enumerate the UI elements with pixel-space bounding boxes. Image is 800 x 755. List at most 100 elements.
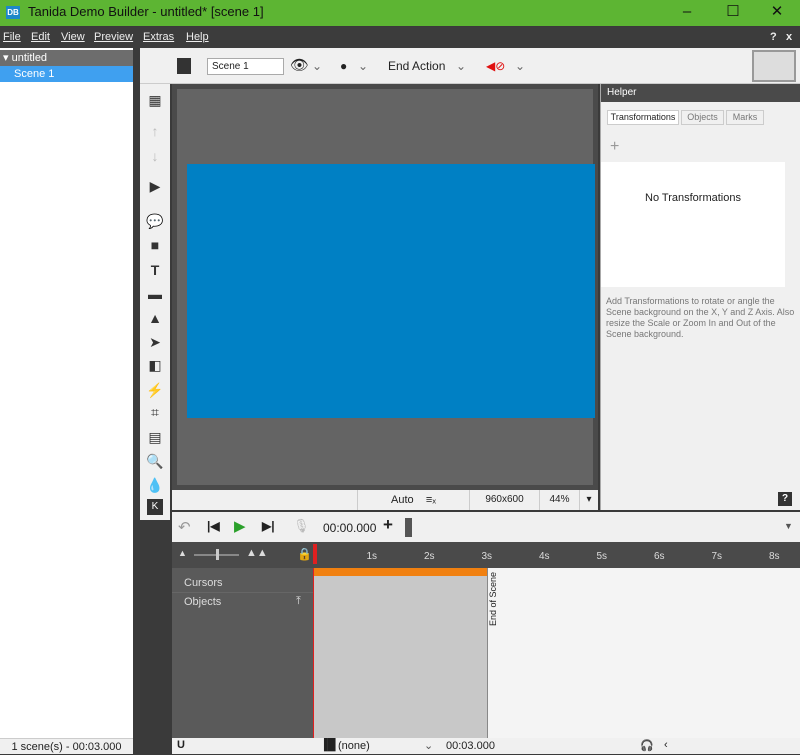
- chevron-down-icon[interactable]: ⌄: [424, 739, 433, 752]
- button-icon[interactable]: ◧: [145, 355, 165, 375]
- play-box-icon[interactable]: ▶: [145, 176, 165, 196]
- layout-icon[interactable]: [752, 50, 796, 82]
- timeline-status-bar: U ▐█ (none) ⌄ 00:03.000 🎧 ‹: [172, 738, 800, 754]
- close-button[interactable]: ✕: [762, 2, 792, 22]
- scene-name-input[interactable]: Scene 1: [207, 58, 284, 75]
- close-panel-icon[interactable]: x: [786, 31, 792, 43]
- scene-color-icon[interactable]: [177, 58, 191, 74]
- menu-edit[interactable]: Edit: [31, 31, 50, 43]
- zoom-in-icon[interactable]: ▲▲: [246, 547, 268, 559]
- menu-view[interactable]: View: [61, 31, 85, 43]
- microphone-icon[interactable]: 🎙: [293, 518, 310, 534]
- chevron-down-icon[interactable]: ⌄: [515, 57, 525, 75]
- zoom-slider-handle[interactable]: [216, 549, 219, 560]
- crop-icon[interactable]: ⌗: [145, 402, 165, 422]
- ruler-tick: 3s: [481, 551, 493, 562]
- minimize-button[interactable]: –: [672, 2, 702, 22]
- tree-item-scene[interactable]: Scene 1: [0, 66, 133, 82]
- project-status: 1 scene(s) - 00:03.000: [0, 738, 133, 754]
- eye-icon[interactable]: 👁: [290, 57, 309, 75]
- ruler-tick: 4s: [539, 551, 550, 562]
- help-button[interactable]: ?: [778, 492, 792, 506]
- timeline-ruler: ▲ ▲▲ 🔒 1s 2s 3s 4s 5s 6s 7s 8s: [172, 542, 800, 568]
- ruler-tick: 1s: [366, 551, 378, 562]
- playhead[interactable]: [313, 544, 317, 564]
- empty-message: No Transformations: [601, 162, 785, 287]
- cursor-selector[interactable]: (none): [338, 740, 370, 752]
- note-icon[interactable]: ■: [145, 235, 165, 255]
- user-icon[interactable]: ●: [340, 57, 347, 75]
- cursor-icon: ▐█: [320, 739, 336, 751]
- add-icon[interactable]: +: [383, 515, 393, 535]
- magnet-icon[interactable]: U: [177, 739, 185, 751]
- scene-duration-bar[interactable]: [314, 568, 487, 576]
- scene-canvas[interactable]: [187, 164, 595, 418]
- timeline-tracks: End of Scene: [313, 568, 800, 738]
- project-label: untitled: [11, 52, 48, 64]
- menu-file[interactable]: File: [3, 31, 21, 43]
- chevron-down-icon[interactable]: ⌄: [358, 57, 368, 75]
- arrow-up-icon[interactable]: ↑: [145, 121, 165, 141]
- ruler-tick: 7s: [711, 551, 723, 562]
- end-time: 00:03.000: [446, 740, 495, 752]
- timeline-dropdown-icon[interactable]: ▼: [784, 521, 793, 531]
- speech-bubble-icon[interactable]: 💬: [145, 211, 165, 231]
- color-marker[interactable]: [405, 518, 412, 537]
- scroll-left-icon[interactable]: ‹: [664, 739, 668, 751]
- menu-extras[interactable]: Extras: [143, 31, 174, 43]
- project-tree: ▾ untitled Scene 1: [0, 48, 133, 738]
- skip-start-icon[interactable]: |◀: [207, 519, 220, 533]
- scene-toolbar: Scene 1 👁 ⌄ ● ⌄ End Action ⌄ ◀⊘ ⌄: [140, 48, 800, 84]
- ruler-tick: 8s: [769, 551, 780, 562]
- undo-icon[interactable]: ↶: [178, 518, 191, 536]
- resolution-label: 960x600: [469, 490, 539, 510]
- arrow-down-icon[interactable]: ↓: [145, 146, 165, 166]
- maximize-button[interactable]: ☐: [718, 2, 748, 22]
- track-labels: Cursors Objects ⤒: [172, 568, 313, 738]
- ruler-tick: 6s: [654, 551, 665, 562]
- image-icon[interactable]: ▲: [145, 308, 165, 328]
- tab-objects[interactable]: Objects: [681, 110, 724, 125]
- tree-item-project[interactable]: ▾ untitled: [0, 50, 133, 66]
- chevron-down-icon[interactable]: ⌄: [312, 57, 322, 75]
- helper-description: Add Transformations to rotate or angle t…: [606, 296, 795, 339]
- play-icon[interactable]: ▶: [234, 517, 246, 535]
- ruler-tick: 5s: [596, 551, 608, 562]
- text-icon[interactable]: T: [145, 260, 165, 280]
- helper-title: Helper: [601, 84, 800, 102]
- mode-label: Auto: [391, 494, 414, 506]
- tab-transformations[interactable]: Transformations: [607, 110, 679, 125]
- menu-bar: File Edit View Preview Extras Help ? x: [0, 27, 800, 48]
- film-icon[interactable]: ▤: [145, 427, 165, 447]
- sound-off-icon[interactable]: ◀⊘: [486, 57, 505, 75]
- window-title: Tanida Demo Builder - untitled* [scene 1…: [28, 4, 264, 19]
- menu-preview[interactable]: Preview: [94, 31, 133, 43]
- cursor-icon[interactable]: ➤: [145, 332, 165, 352]
- rectangle-icon[interactable]: ▬: [145, 284, 165, 304]
- end-action-button[interactable]: End Action: [388, 57, 445, 75]
- key-icon[interactable]: K: [147, 499, 163, 515]
- tab-marks[interactable]: Marks: [726, 110, 764, 125]
- skip-end-icon[interactable]: ▶|: [262, 519, 275, 533]
- layout-grid-icon[interactable]: ▦: [145, 90, 165, 110]
- track-objects[interactable]: Objects: [184, 596, 221, 608]
- lock-icon[interactable]: 🔒: [297, 547, 312, 561]
- zoom-icon[interactable]: 🔍: [145, 451, 165, 471]
- track-cursors[interactable]: Cursors: [184, 577, 223, 589]
- upload-icon[interactable]: ⤒: [296, 595, 301, 608]
- zoom-out-icon[interactable]: ▲: [178, 548, 187, 558]
- chevron-down-icon[interactable]: ⌄: [456, 57, 466, 75]
- title-bar: DB Tanida Demo Builder - untitled* [scen…: [0, 0, 800, 26]
- flash-icon[interactable]: ⚡: [145, 380, 165, 400]
- drop-icon[interactable]: 💧: [145, 475, 165, 495]
- zoom-level[interactable]: 44%: [539, 490, 579, 510]
- help-icon[interactable]: ?: [770, 31, 777, 43]
- add-transformation-button[interactable]: +: [610, 138, 619, 156]
- headphones-icon[interactable]: 🎧: [640, 739, 654, 752]
- menu-help[interactable]: Help: [186, 31, 209, 43]
- end-of-scene-label: End of Scene: [487, 572, 498, 627]
- app-logo: DB: [6, 6, 20, 19]
- mode-selector[interactable]: Auto ≡ₓ: [357, 490, 469, 510]
- zoom-dropdown-icon[interactable]: ▾: [579, 490, 598, 510]
- canvas-status-bar: Auto ≡ₓ 960x600 44% ▾: [172, 490, 598, 510]
